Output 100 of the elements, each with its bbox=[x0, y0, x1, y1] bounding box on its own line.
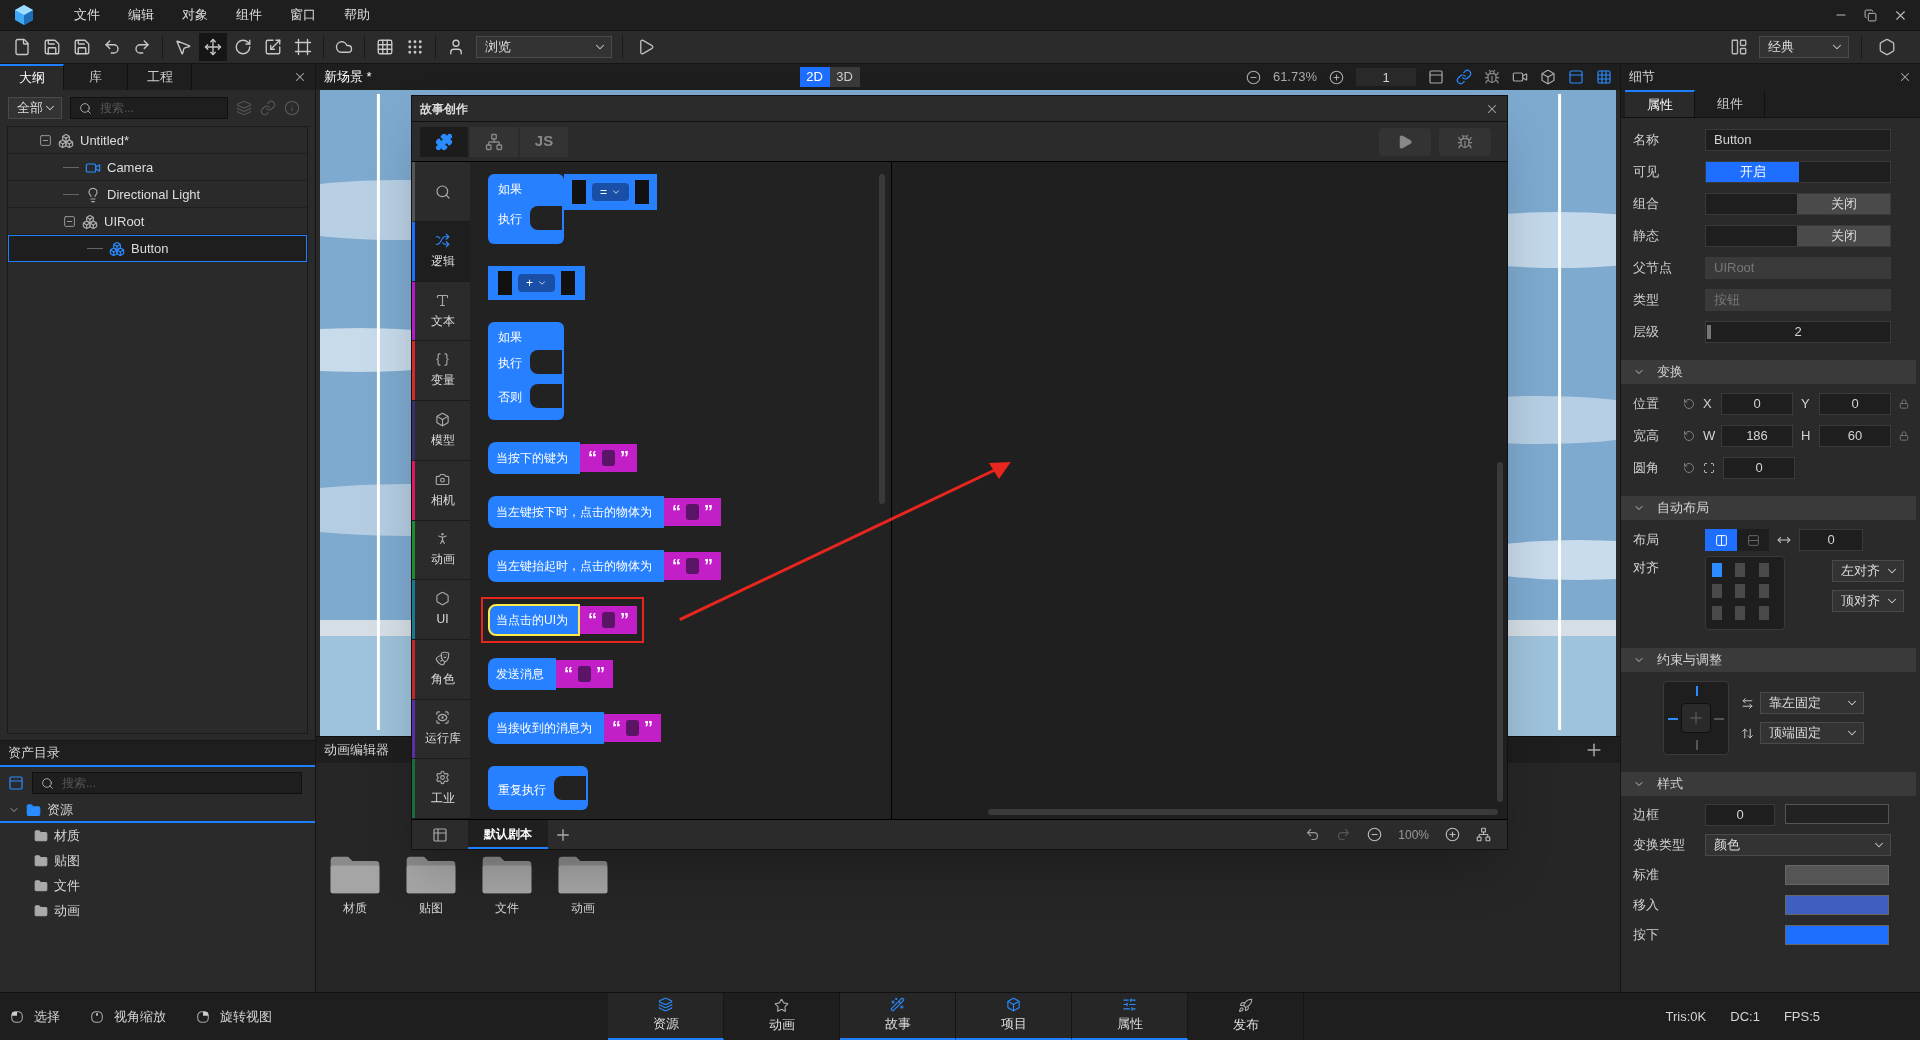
scrollbar[interactable] bbox=[988, 809, 1498, 815]
view-mode-button[interactable]: 3D bbox=[829, 67, 860, 87]
reset-icon[interactable] bbox=[1683, 462, 1695, 474]
color-swatch[interactable] bbox=[1785, 925, 1889, 945]
bottom-tab[interactable]: 项目 bbox=[956, 993, 1072, 1040]
filter-dropdown[interactable]: 全部 bbox=[8, 97, 62, 119]
scene-tab[interactable]: 新场景 * bbox=[316, 67, 380, 87]
transition-type-dropdown[interactable]: 颜色 bbox=[1705, 834, 1891, 856]
category-item[interactable]: UI bbox=[415, 580, 470, 639]
table-icon[interactable] bbox=[432, 826, 448, 843]
text-input-block[interactable]: “ ” bbox=[664, 498, 721, 526]
view-mode-button[interactable]: 2D bbox=[799, 67, 830, 87]
panel-tab[interactable]: 属性 bbox=[1625, 90, 1695, 117]
category-item[interactable]: 变量 bbox=[415, 341, 470, 401]
panel-tab[interactable]: 库 bbox=[64, 64, 128, 90]
reset-icon[interactable] bbox=[1683, 430, 1695, 442]
mode-dropdown[interactable]: 浏览 bbox=[476, 36, 612, 58]
event-block[interactable]: 当按下的键为 bbox=[488, 442, 580, 474]
category-item[interactable]: 工业 bbox=[415, 759, 470, 819]
menu-item[interactable]: 窗口 bbox=[276, 5, 330, 25]
tree-row[interactable]: Button bbox=[8, 235, 307, 262]
panel-toggle-icon[interactable] bbox=[8, 775, 24, 791]
panel-tab[interactable]: 组件 bbox=[1695, 90, 1765, 117]
bug-icon[interactable] bbox=[1484, 69, 1500, 85]
cube-icon[interactable] bbox=[1540, 69, 1556, 85]
menu-item[interactable]: 帮助 bbox=[330, 5, 384, 25]
text-input-block[interactable]: “ ” bbox=[664, 552, 721, 580]
undo-icon[interactable] bbox=[1305, 827, 1321, 842]
grid-icon[interactable] bbox=[1596, 69, 1612, 85]
slider-thumb[interactable] bbox=[1707, 325, 1711, 339]
section-header[interactable]: 约束与调整 bbox=[1621, 648, 1916, 672]
color-swatch[interactable] bbox=[1785, 865, 1889, 885]
text-field[interactable]: Button bbox=[1705, 129, 1891, 151]
section-header[interactable]: 变换 bbox=[1621, 360, 1916, 384]
condition-block[interactable]: = bbox=[564, 174, 657, 210]
menu-item[interactable]: 文件 bbox=[60, 5, 114, 25]
color-swatch[interactable] bbox=[1785, 895, 1889, 915]
scrollbar[interactable] bbox=[879, 174, 885, 504]
math-block[interactable]: + bbox=[488, 266, 585, 300]
text-input-block[interactable]: “ ” bbox=[604, 714, 661, 742]
layout-dropdown[interactable]: 经典 bbox=[1759, 36, 1849, 58]
tree-row[interactable]: Directional Light bbox=[8, 181, 307, 208]
tree-row[interactable]: Untitled* bbox=[8, 127, 307, 154]
number-field[interactable]: 186 bbox=[1721, 425, 1793, 447]
reset-icon[interactable] bbox=[1683, 398, 1695, 410]
text-input-block[interactable]: “ ” bbox=[556, 660, 613, 688]
event-block[interactable]: 当左键按下时，点击的物体为 bbox=[488, 496, 664, 528]
section-header[interactable]: 样式 bbox=[1621, 772, 1916, 796]
operator-dropdown[interactable]: + bbox=[518, 274, 555, 292]
anchor-center[interactable] bbox=[1681, 703, 1711, 733]
category-item[interactable]: 文本 bbox=[415, 281, 470, 341]
horizontal-align-dropdown[interactable]: 左对齐 bbox=[1832, 560, 1904, 582]
lock-icon[interactable] bbox=[1899, 431, 1909, 441]
text-input-block[interactable]: “ ” bbox=[580, 444, 637, 472]
if-else-block[interactable]: 如果 执行 否则 bbox=[488, 322, 564, 420]
tree-row[interactable]: 资源 bbox=[0, 799, 315, 823]
close-icon[interactable] bbox=[293, 70, 307, 84]
link-icon[interactable] bbox=[1456, 69, 1472, 85]
restore-icon[interactable] bbox=[1864, 8, 1877, 22]
scrollbar[interactable] bbox=[1497, 462, 1503, 802]
zoom-in-icon[interactable] bbox=[1329, 69, 1344, 85]
event-block[interactable]: 发送消息 bbox=[488, 658, 556, 690]
structure-tab[interactable] bbox=[470, 126, 518, 157]
number-field[interactable]: 0 bbox=[1799, 529, 1863, 551]
event-block[interactable]: 当左键抬起时，点击的物体为 bbox=[488, 550, 664, 582]
run-button[interactable] bbox=[1379, 127, 1431, 156]
menu-item[interactable]: 组件 bbox=[222, 5, 276, 25]
number-field[interactable]: 0 bbox=[1721, 393, 1793, 415]
script-tab[interactable]: 默认剧本 bbox=[468, 820, 548, 849]
menu-item[interactable]: 编辑 bbox=[114, 5, 168, 25]
number-field[interactable]: 0 bbox=[1819, 393, 1891, 415]
bottom-tab[interactable]: 属性 bbox=[1072, 993, 1188, 1040]
vertical-constraint-dropdown[interactable]: 顶端固定 bbox=[1760, 722, 1864, 744]
horizontal-constraint-dropdown[interactable]: 靠左固定 bbox=[1760, 692, 1864, 714]
number-field[interactable]: 0 bbox=[1705, 804, 1775, 826]
zoom-out-icon[interactable] bbox=[1367, 827, 1383, 842]
search-icon[interactable] bbox=[434, 183, 451, 200]
blocks-tab[interactable] bbox=[420, 126, 468, 157]
event-block[interactable]: 当接收到的消息为 bbox=[488, 712, 604, 744]
menu-item[interactable]: 对象 bbox=[168, 5, 222, 25]
bottom-tab[interactable]: 资源 bbox=[608, 993, 724, 1040]
toggle-switch[interactable]: 开启 bbox=[1705, 161, 1891, 183]
category-item[interactable]: 相机 bbox=[415, 460, 470, 520]
collapse-icon[interactable] bbox=[63, 215, 76, 228]
debug-button[interactable] bbox=[1439, 127, 1491, 156]
text-input-block[interactable]: “ ” bbox=[580, 606, 637, 634]
video-camera-icon[interactable] bbox=[1512, 69, 1528, 85]
tree-row[interactable]: 贴图 bbox=[0, 848, 315, 873]
tree-row[interactable]: 文件 bbox=[0, 873, 315, 898]
tree-row[interactable]: 动画 bbox=[0, 898, 315, 923]
panel-tab[interactable]: 工程 bbox=[128, 64, 192, 90]
number-field[interactable]: 60 bbox=[1819, 425, 1891, 447]
code-tab[interactable]: JS bbox=[520, 126, 568, 157]
zoom-out-icon[interactable] bbox=[1245, 69, 1261, 85]
category-item[interactable]: 动画 bbox=[415, 520, 470, 580]
toggle-switch[interactable]: 关闭 bbox=[1705, 225, 1891, 247]
tree-row[interactable]: 材质 bbox=[0, 823, 315, 848]
category-item[interactable]: 模型 bbox=[415, 401, 470, 460]
vertical-layout-button[interactable] bbox=[1737, 529, 1769, 551]
toggle-switch[interactable]: 关闭 bbox=[1705, 193, 1891, 215]
